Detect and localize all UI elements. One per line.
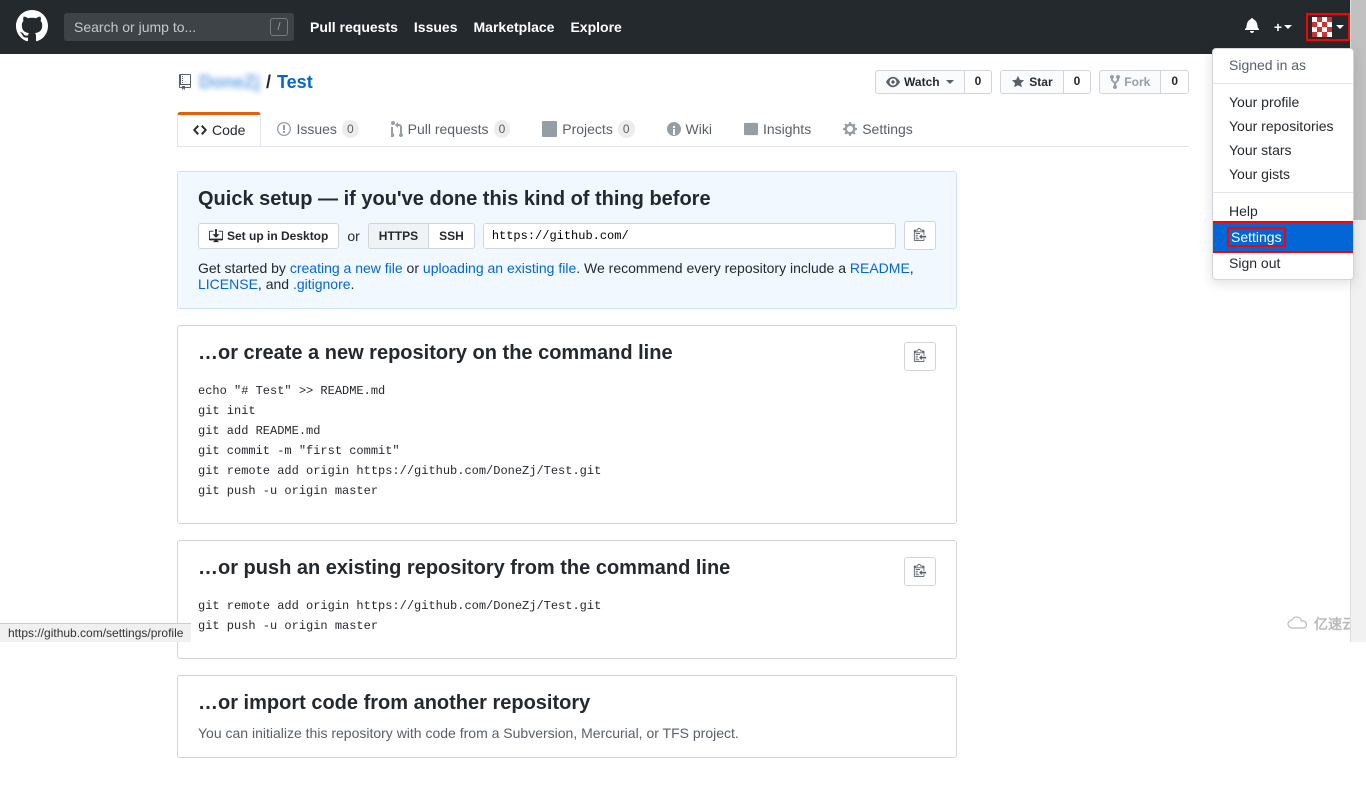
nav-issues[interactable]: Issues: [414, 19, 458, 35]
nav-pull-requests[interactable]: Pull requests: [310, 19, 398, 35]
menu-your-stars[interactable]: Your stars: [1213, 138, 1353, 162]
main-container: Quick setup — if you've done this kind o…: [177, 147, 1189, 798]
bell-icon[interactable]: [1244, 17, 1260, 38]
watch-count[interactable]: 0: [965, 70, 993, 94]
menu-sign-out[interactable]: Sign out: [1213, 251, 1353, 275]
watch-button[interactable]: Watch: [875, 70, 965, 94]
ssh-button[interactable]: SSH: [429, 223, 475, 249]
create-new-dropdown[interactable]: +: [1274, 19, 1292, 35]
tab-pull-requests[interactable]: Pull requests0: [375, 112, 527, 146]
caret-down-icon: [1284, 25, 1292, 29]
clone-url-input[interactable]: [483, 223, 896, 249]
set-up-in-desktop-button[interactable]: Set up in Desktop: [198, 223, 339, 249]
divider: [1213, 192, 1353, 193]
or-text: or: [347, 228, 359, 244]
license-link[interactable]: LICENSE: [198, 276, 258, 292]
signed-in-as-label: Signed in as: [1213, 53, 1353, 77]
quick-setup-box: Quick setup — if you've done this kind o…: [177, 171, 957, 309]
caret-down-icon: [946, 80, 954, 84]
repo-head: DoneZj / Test Watch 0 Star 0: [177, 54, 1189, 147]
star-button[interactable]: Star: [1000, 70, 1063, 94]
copy-code-button[interactable]: [904, 342, 936, 371]
header-right: +: [1244, 13, 1350, 41]
repo-name-link[interactable]: Test: [277, 72, 313, 93]
main-header: / Pull requests Issues Marketplace Explo…: [0, 0, 1366, 54]
search-wrap: /: [64, 13, 294, 41]
repo-tabs: Code Issues0 Pull requests0 Projects0 Wi…: [177, 112, 1189, 147]
tab-projects[interactable]: Projects0: [526, 112, 650, 146]
github-logo[interactable]: [16, 10, 48, 45]
divider: [1213, 83, 1353, 84]
user-dropdown-menu: Signed in as Your profile Your repositor…: [1212, 48, 1354, 280]
readme-link[interactable]: README: [850, 260, 910, 276]
browser-status-bar: https://github.com/settings/profile: [0, 623, 191, 642]
pagehead-actions: Watch 0 Star 0 Fork 0: [875, 70, 1189, 94]
import-repo-section: …or import code from another repository …: [177, 675, 957, 758]
create-file-link[interactable]: creating a new file: [290, 260, 403, 276]
tab-issues[interactable]: Issues0: [261, 112, 374, 146]
watermark: 亿速云: [1286, 614, 1356, 634]
nav-marketplace[interactable]: Marketplace: [474, 19, 555, 35]
fork-button[interactable]: Fork: [1099, 70, 1161, 94]
section-title: …or import code from another repository: [198, 692, 936, 715]
sep: /: [266, 72, 271, 93]
caret-down-icon: [1336, 25, 1344, 29]
avatar-icon: [1312, 17, 1332, 37]
protocol-toggle: HTTPS SSH: [368, 223, 475, 249]
nav-explore[interactable]: Explore: [570, 19, 621, 35]
menu-settings[interactable]: Settings: [1213, 221, 1353, 253]
menu-your-repositories[interactable]: Your repositories: [1213, 114, 1353, 138]
section-title: …or push an existing repository from the…: [198, 557, 936, 580]
tab-code[interactable]: Code: [177, 112, 261, 146]
tab-settings[interactable]: Settings: [827, 112, 929, 146]
menu-help[interactable]: Help: [1213, 199, 1353, 223]
section-title: …or create a new repository on the comma…: [198, 342, 936, 365]
header-nav: Pull requests Issues Marketplace Explore: [310, 19, 622, 35]
repo-title: DoneZj / Test: [177, 72, 313, 93]
upload-file-link[interactable]: uploading an existing file: [423, 260, 576, 276]
menu-your-gists[interactable]: Your gists: [1213, 162, 1353, 186]
code-block[interactable]: echo "# Test" >> README.md git init git …: [198, 375, 936, 507]
import-description: You can initialize this repository with …: [198, 725, 936, 741]
tab-wiki[interactable]: Wiki: [651, 112, 728, 146]
slash-hint: /: [270, 18, 288, 36]
menu-your-profile[interactable]: Your profile: [1213, 90, 1353, 114]
quick-setup-title: Quick setup — if you've done this kind o…: [198, 188, 936, 211]
code-block[interactable]: git remote add origin https://github.com…: [198, 590, 936, 642]
gitignore-link[interactable]: .gitignore: [293, 276, 351, 292]
create-repo-section: …or create a new repository on the comma…: [177, 325, 957, 524]
user-menu-button[interactable]: [1306, 13, 1350, 41]
https-button[interactable]: HTTPS: [368, 223, 429, 249]
copy-url-button[interactable]: [904, 221, 936, 250]
fork-count[interactable]: 0: [1161, 70, 1189, 94]
repo-owner-link[interactable]: DoneZj: [199, 72, 260, 93]
quick-setup-description: Get started by creating a new file or up…: [198, 260, 936, 292]
search-input[interactable]: [64, 13, 294, 41]
push-repo-section: …or push an existing repository from the…: [177, 540, 957, 659]
star-count[interactable]: 0: [1064, 70, 1092, 94]
tab-insights[interactable]: Insights: [728, 112, 827, 146]
copy-code-button[interactable]: [904, 557, 936, 586]
